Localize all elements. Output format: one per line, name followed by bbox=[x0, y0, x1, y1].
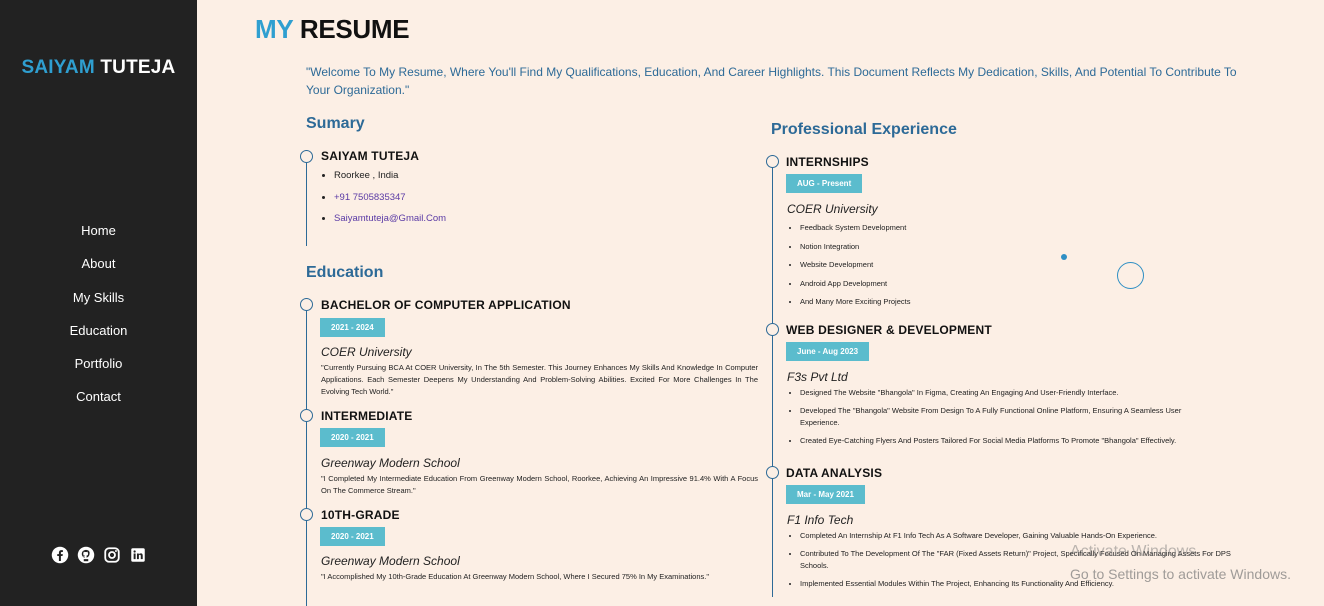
summary-details: Roorkee , India +91 7505835347 Saiyamtut… bbox=[320, 170, 446, 235]
facebook-icon[interactable] bbox=[51, 546, 69, 564]
company-name: F3s Pvt Ltd bbox=[787, 370, 848, 384]
list-item: Created Eye-Catching Flyers And Posters … bbox=[800, 435, 1204, 447]
timeline-node bbox=[766, 155, 779, 168]
nav-home[interactable]: Home bbox=[81, 223, 116, 238]
activation-watermark-title: Activate Windows bbox=[1070, 543, 1197, 560]
nav-my-skills[interactable]: My Skills bbox=[73, 290, 124, 305]
page-title-rest: RESUME bbox=[299, 14, 410, 44]
intro-text: "Welcome To My Resume, Where You'll Find… bbox=[306, 65, 1237, 97]
date-badge: AUG - Present bbox=[786, 174, 863, 193]
education-heading: Education bbox=[306, 264, 384, 281]
phone-link[interactable]: +91 7505835347 bbox=[334, 192, 406, 203]
summary-location: Roorkee , India bbox=[334, 170, 446, 192]
nav-contact[interactable]: Contact bbox=[76, 389, 121, 404]
nav-education[interactable]: Education bbox=[70, 323, 128, 338]
brand-last-name: TUTEJA bbox=[100, 57, 176, 78]
timeline-node bbox=[300, 508, 313, 521]
company-name: COER University bbox=[787, 202, 878, 216]
education-timeline bbox=[300, 298, 313, 606]
nav-portfolio[interactable]: Portfolio bbox=[75, 356, 123, 371]
education-description: "I Completed My Intermediate Education F… bbox=[321, 474, 758, 495]
timeline-node bbox=[300, 298, 313, 311]
company-name: F1 Info Tech bbox=[787, 513, 854, 527]
list-item: Website Development bbox=[800, 256, 1226, 275]
institution-name: Greenway Modern School bbox=[321, 456, 460, 470]
github-icon[interactable] bbox=[77, 546, 95, 564]
date-badge: 2020 - 2021 bbox=[320, 428, 385, 447]
summary-name: SAIYAM TUTEJA bbox=[321, 149, 420, 163]
list-item: Designed The Website "Bhangola" In Figma… bbox=[800, 387, 1204, 399]
education-title: BACHELOR OF COMPUTER APPLICATION bbox=[321, 298, 571, 312]
date-badge: 2021 - 2024 bbox=[320, 318, 385, 337]
cursor-ring bbox=[1117, 262, 1144, 289]
timeline-node bbox=[300, 150, 313, 163]
activation-watermark-subtitle: Go to Settings to activate Windows. bbox=[1070, 566, 1291, 582]
linkedin-icon[interactable] bbox=[129, 546, 147, 564]
summary-heading: Sumary bbox=[306, 115, 365, 132]
education-title: 10TH-GRADE bbox=[321, 508, 400, 522]
brand-name[interactable]: SAIYAM TUTEJA bbox=[0, 57, 197, 79]
education-description: "I Accomplished My 10th-Grade Education … bbox=[321, 572, 710, 581]
email-link[interactable]: Saiyamtuteja@Gmail.Com bbox=[334, 213, 446, 224]
date-badge: Mar - May 2021 bbox=[786, 485, 865, 504]
sidebar: SAIYAM TUTEJA Home About My Skills Educa… bbox=[0, 0, 197, 606]
instagram-icon[interactable] bbox=[103, 546, 121, 564]
experience-heading: Professional Experience bbox=[771, 121, 957, 138]
nav-about[interactable]: About bbox=[82, 256, 116, 271]
education-title: INTERMEDIATE bbox=[321, 409, 413, 423]
experience-title: INTERNSHIPS bbox=[786, 155, 869, 169]
location-text: Roorkee , India bbox=[334, 170, 399, 181]
timeline-node bbox=[766, 323, 779, 336]
main-nav: Home About My Skills Education Portfolio… bbox=[0, 222, 197, 422]
summary-email[interactable]: Saiyamtuteja@Gmail.Com bbox=[334, 213, 446, 235]
summary-timeline bbox=[300, 150, 313, 246]
timeline-node bbox=[766, 466, 779, 479]
experience-bullets: Feedback System Development Notion Integ… bbox=[786, 219, 1226, 312]
list-item: And Many More Exciting Projects bbox=[800, 293, 1226, 312]
experience-bullets: Designed The Website "Bhangola" In Figma… bbox=[786, 387, 1204, 447]
page-title-accent: MY bbox=[255, 14, 293, 44]
summary-phone[interactable]: +91 7505835347 bbox=[334, 192, 446, 214]
experience-timeline bbox=[766, 155, 779, 597]
experience-title: DATA ANALYSIS bbox=[786, 466, 883, 480]
social-links bbox=[0, 546, 197, 564]
experience-title: WEB DESIGNER & DEVELOPMENT bbox=[786, 323, 992, 337]
list-item: Notion Integration bbox=[800, 238, 1226, 257]
timeline-node bbox=[300, 409, 313, 422]
page-title: MY RESUME bbox=[255, 14, 410, 45]
list-item: Completed An Internship At F1 Info Tech … bbox=[800, 530, 1236, 542]
list-item: Android App Development bbox=[800, 275, 1226, 294]
decorative-dot bbox=[1061, 254, 1067, 260]
institution-name: Greenway Modern School bbox=[321, 554, 460, 568]
date-badge: 2020 - 2021 bbox=[320, 527, 385, 546]
date-badge: June - Aug 2023 bbox=[786, 342, 870, 361]
list-item: Feedback System Development bbox=[800, 219, 1226, 238]
institution-name: COER University bbox=[321, 345, 412, 359]
list-item: Developed The "Bhangola" Website From De… bbox=[800, 405, 1204, 429]
education-description: "Currently Pursuing BCA At COER Universi… bbox=[321, 363, 758, 396]
brand-first-name: SAIYAM bbox=[21, 57, 95, 78]
